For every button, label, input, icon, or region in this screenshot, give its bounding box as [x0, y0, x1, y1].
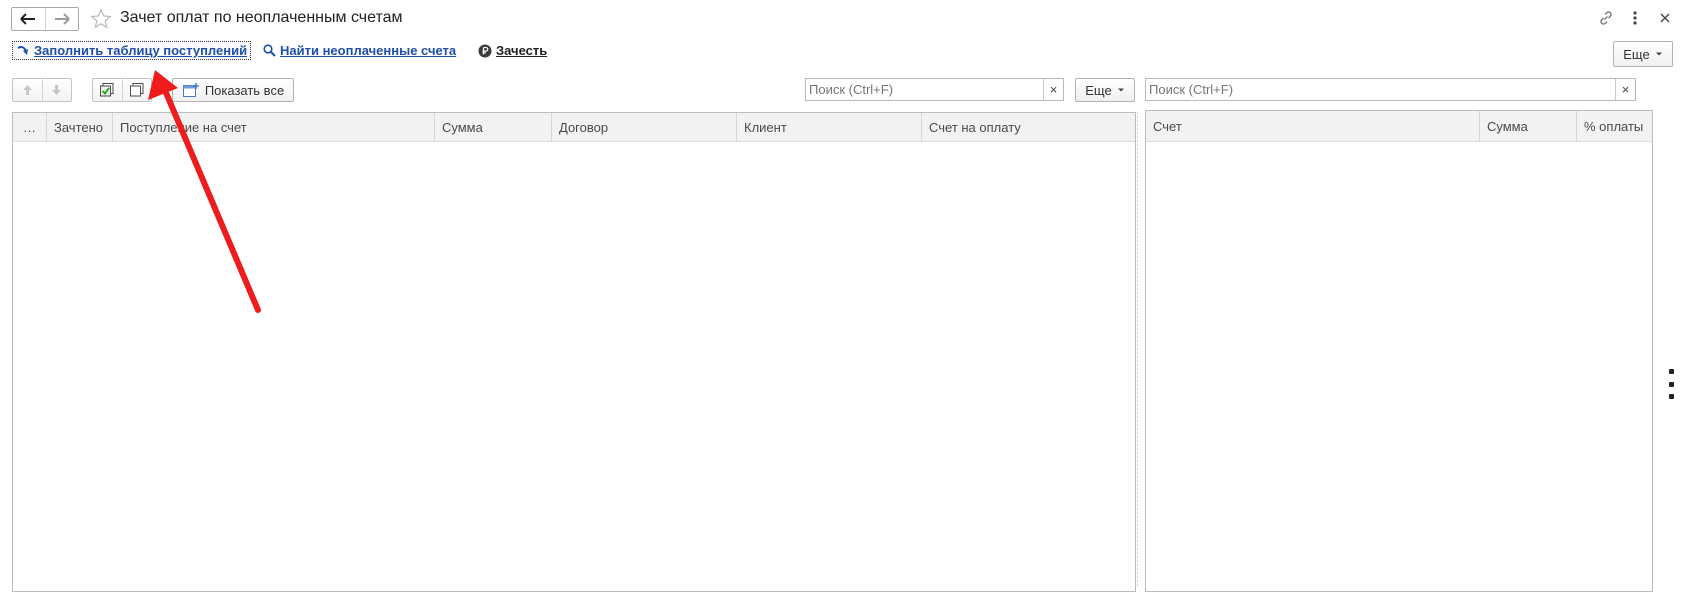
column-header-client[interactable]: Клиент: [737, 113, 922, 141]
navigation-buttons: [11, 7, 79, 31]
back-button[interactable]: [12, 8, 45, 30]
show-all-button[interactable]: Показать все: [172, 78, 294, 102]
check-buttons: [92, 78, 152, 102]
arrow-right-icon: [54, 13, 70, 25]
link-icon[interactable]: [1596, 8, 1616, 28]
page-title: Зачет оплат по неоплаченным счетам: [120, 9, 403, 26]
uncheck-all-icon: [129, 83, 144, 97]
column-header-menu[interactable]: …: [13, 113, 47, 141]
close-icon[interactable]: [1655, 8, 1675, 28]
invoices-table: Счет Сумма % оплаты: [1145, 110, 1653, 592]
more-actions-icon[interactable]: [1625, 8, 1645, 28]
left-search-clear-button[interactable]: ×: [1043, 79, 1063, 100]
favorite-star-icon[interactable]: [90, 8, 112, 30]
more-menu-button[interactable]: Еще: [1613, 41, 1673, 67]
panel-splitter[interactable]: [1137, 112, 1138, 587]
ruble-coin-icon: [478, 44, 492, 57]
receipts-table-header: … Зачтено Поступление на счет Сумма Дого…: [13, 113, 1135, 142]
show-all-label: Показать все: [204, 82, 285, 98]
right-search-box: ×: [1145, 78, 1636, 101]
find-unpaid-link[interactable]: Найти неоплаченные счета: [280, 43, 456, 58]
search-icon: [263, 44, 276, 57]
column-header-invoice[interactable]: Счет на оплату: [922, 113, 1135, 141]
apply-link[interactable]: Зачесть: [496, 43, 547, 58]
left-search-input[interactable]: [806, 79, 1043, 100]
check-all-icon: [100, 83, 114, 97]
forward-button[interactable]: [44, 8, 79, 30]
arrow-left-icon: [20, 13, 36, 25]
right-search-clear-button[interactable]: ×: [1615, 79, 1635, 100]
column-header-contract[interactable]: Договор: [552, 113, 737, 141]
column-header-offset[interactable]: Зачтено: [47, 113, 113, 141]
move-down-button[interactable]: [41, 79, 72, 101]
column-header-invoice-number[interactable]: Счет: [1146, 111, 1480, 141]
move-row-buttons: [12, 78, 72, 102]
invoices-table-header: Счет Сумма % оплаты: [1146, 111, 1652, 142]
receipts-table-body[interactable]: [13, 142, 1135, 591]
column-header-amount[interactable]: Сумма: [435, 113, 552, 141]
fill-table-link[interactable]: Заполнить таблицу поступлений: [34, 43, 247, 58]
move-up-button[interactable]: [13, 79, 42, 101]
more-menu-label: Еще: [1623, 46, 1650, 62]
column-header-invoice-amount[interactable]: Сумма: [1480, 111, 1577, 141]
column-header-receipt[interactable]: Поступление на счет: [113, 113, 435, 141]
receipts-table: … Зачтено Поступление на счет Сумма Дого…: [12, 112, 1136, 592]
find-unpaid-command[interactable]: Найти неоплаченные счета: [263, 43, 456, 58]
left-more-label: Еще: [1085, 82, 1112, 98]
arrow-up-icon: [22, 85, 32, 95]
apply-command[interactable]: Зачесть: [478, 43, 547, 58]
fill-table-command[interactable]: Заполнить таблицу поступлений: [12, 41, 252, 60]
chevron-down-icon: [1117, 88, 1124, 92]
invoices-table-body[interactable]: [1146, 142, 1652, 591]
chevron-down-icon: [1655, 52, 1662, 56]
uncheck-all-button[interactable]: [121, 79, 152, 101]
fill-arrow-icon: [17, 45, 28, 55]
right-search-input[interactable]: [1146, 79, 1615, 100]
left-search-box: ×: [805, 78, 1064, 101]
column-header-payment-percent[interactable]: % оплаты: [1577, 111, 1652, 141]
arrow-down-icon: [52, 85, 62, 95]
left-more-button[interactable]: Еще: [1075, 78, 1135, 102]
show-all-icon: [182, 83, 199, 97]
side-panel-menu-icon[interactable]: [1667, 369, 1675, 399]
check-all-button[interactable]: [93, 79, 122, 101]
